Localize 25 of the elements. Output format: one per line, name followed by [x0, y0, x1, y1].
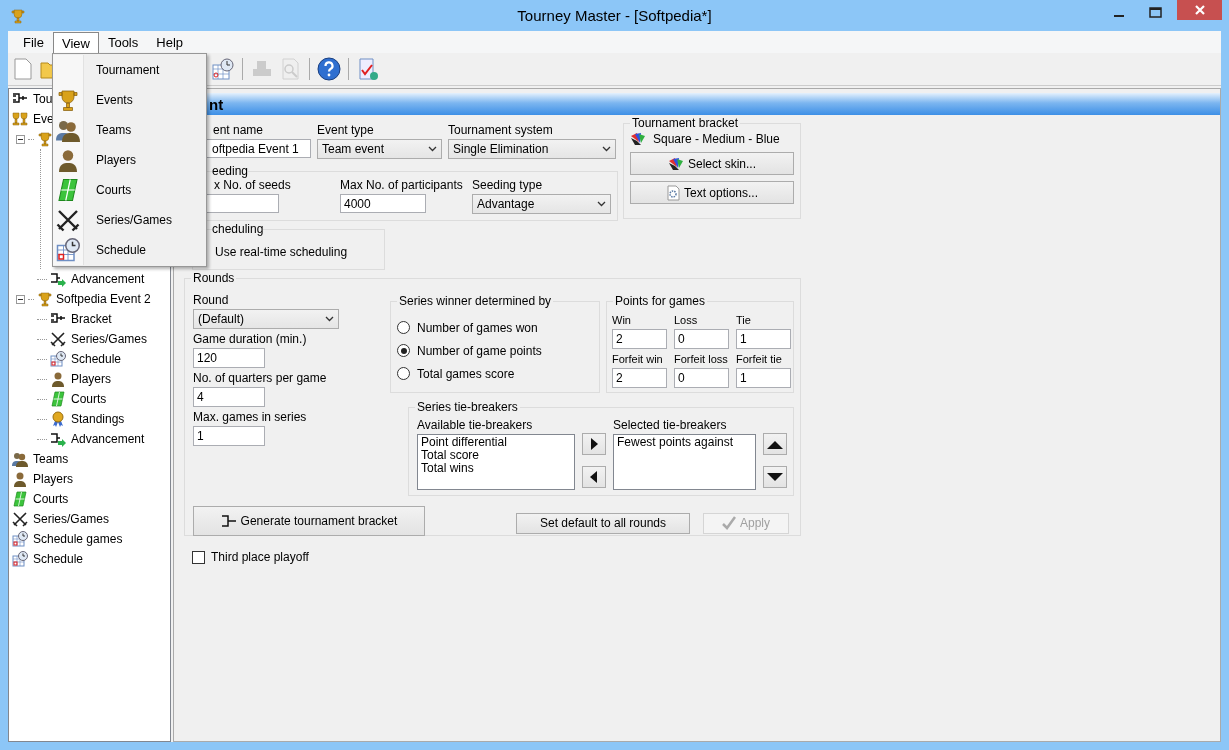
group-title: eeding: [212, 164, 249, 179]
panel-title: nt: [209, 95, 224, 113]
field-label: Tournament system: [448, 123, 554, 138]
field-label: Forfeit loss: [674, 353, 728, 365]
group-title: Series winner determined by: [397, 294, 554, 309]
field-label: Tie: [736, 314, 751, 326]
field-label: No. of quarters per game: [193, 371, 327, 386]
field-label: Forfeit win: [612, 353, 663, 365]
list-label: Selected tie-breakers: [613, 418, 728, 433]
field-label: ent name: [213, 123, 265, 138]
field-label: Max. games in series: [193, 410, 307, 425]
group-title: cheduling: [212, 222, 264, 237]
field-label: Win: [612, 314, 631, 326]
field-label: Round: [193, 293, 229, 308]
field-label: Loss: [674, 314, 698, 326]
field-label: Seeding type: [472, 178, 544, 193]
field-label: Event type: [317, 123, 375, 138]
field-label: Max No. of participants: [340, 178, 464, 193]
field-label: Forfeit tie: [736, 353, 782, 365]
field-label: x No. of seeds: [214, 178, 291, 193]
skin-name: Square - Medium - Blue: [653, 132, 780, 146]
group-title: Points for games: [613, 294, 708, 309]
window-title: Tourney Master - [Softpedia*]: [517, 7, 712, 24]
list-label: Available tie-breakers: [417, 418, 534, 433]
field-label: Game duration (min.): [193, 332, 307, 347]
